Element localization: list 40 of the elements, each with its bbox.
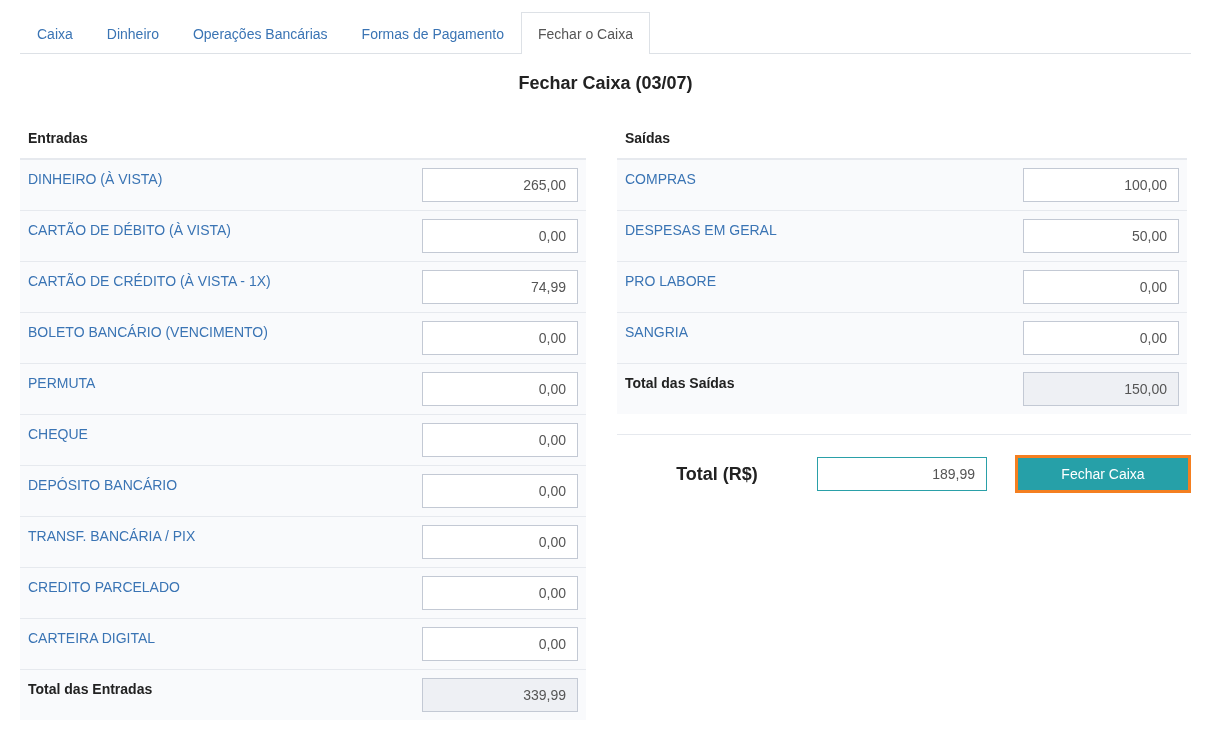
field-label: DESPESAS EM GERAL — [625, 221, 777, 238]
field-label: CHEQUE — [28, 425, 88, 442]
field-label: DINHEIRO (À VISTA) — [28, 170, 163, 187]
amount-field[interactable]: 0,00 — [422, 321, 578, 355]
field-label: SANGRIA — [625, 323, 688, 340]
amount-field[interactable]: 0,00 — [422, 423, 578, 457]
field-label: PERMUTA — [28, 374, 96, 391]
amount-field[interactable]: 0,00 — [422, 372, 578, 406]
field-label: DEPÓSITO BANCÁRIO — [28, 476, 178, 493]
field-label: CREDITO PARCELADO — [28, 578, 180, 595]
total-label: Total das Entradas — [28, 680, 153, 697]
amount-field[interactable]: 0,00 — [422, 474, 578, 508]
total-field[interactable]: 189,99 — [817, 457, 987, 491]
field-label: CARTEIRA DIGITAL — [28, 629, 156, 646]
total-label: Total das Saídas — [625, 374, 735, 391]
total-field[interactable]: 150,00 — [1023, 372, 1179, 406]
field-label: BOLETO BANCÁRIO (VENCIMENTO) — [28, 323, 268, 340]
field-label: COMPRAS — [625, 170, 696, 187]
field-label: TRANSF. BANCÁRIA / PIX — [28, 527, 196, 544]
amount-field[interactable]: 0,00 — [422, 627, 578, 661]
field-label: CARTÃO DE DÉBITO (À VISTA) — [28, 221, 232, 238]
field-label: PRO LABORE — [625, 272, 717, 289]
total-label: Total (R$) — [675, 463, 759, 485]
amount-field[interactable]: 0,00 — [422, 219, 578, 253]
amount-field[interactable]: 0,00 — [422, 576, 578, 610]
field-label: CARTÃO DE CRÉDITO (À VISTA - 1X) — [28, 272, 271, 289]
tab[interactable]: Fechar o Caixa — [521, 12, 650, 54]
amount-field[interactable]: 50,00 — [1023, 219, 1179, 253]
amount-field[interactable]: 0,00 — [1023, 321, 1179, 355]
tab[interactable]: Dinheiro — [89, 12, 176, 54]
amount-field[interactable]: 265,00 — [422, 168, 578, 202]
tab[interactable]: Operações Bancárias — [175, 12, 345, 54]
tab[interactable]: Formas de Pagamento — [344, 12, 521, 54]
amount-field[interactable]: 0,00 — [422, 525, 578, 559]
total-field[interactable]: 339,99 — [422, 678, 578, 712]
page-title: Fechar Caixa (03/07) — [517, 73, 694, 94]
tab[interactable]: Caixa — [20, 12, 90, 54]
amount-field[interactable]: 0,00 — [1023, 270, 1179, 304]
amount-field[interactable]: 74,99 — [422, 270, 578, 304]
amount-field[interactable]: 100,00 — [1023, 168, 1179, 202]
